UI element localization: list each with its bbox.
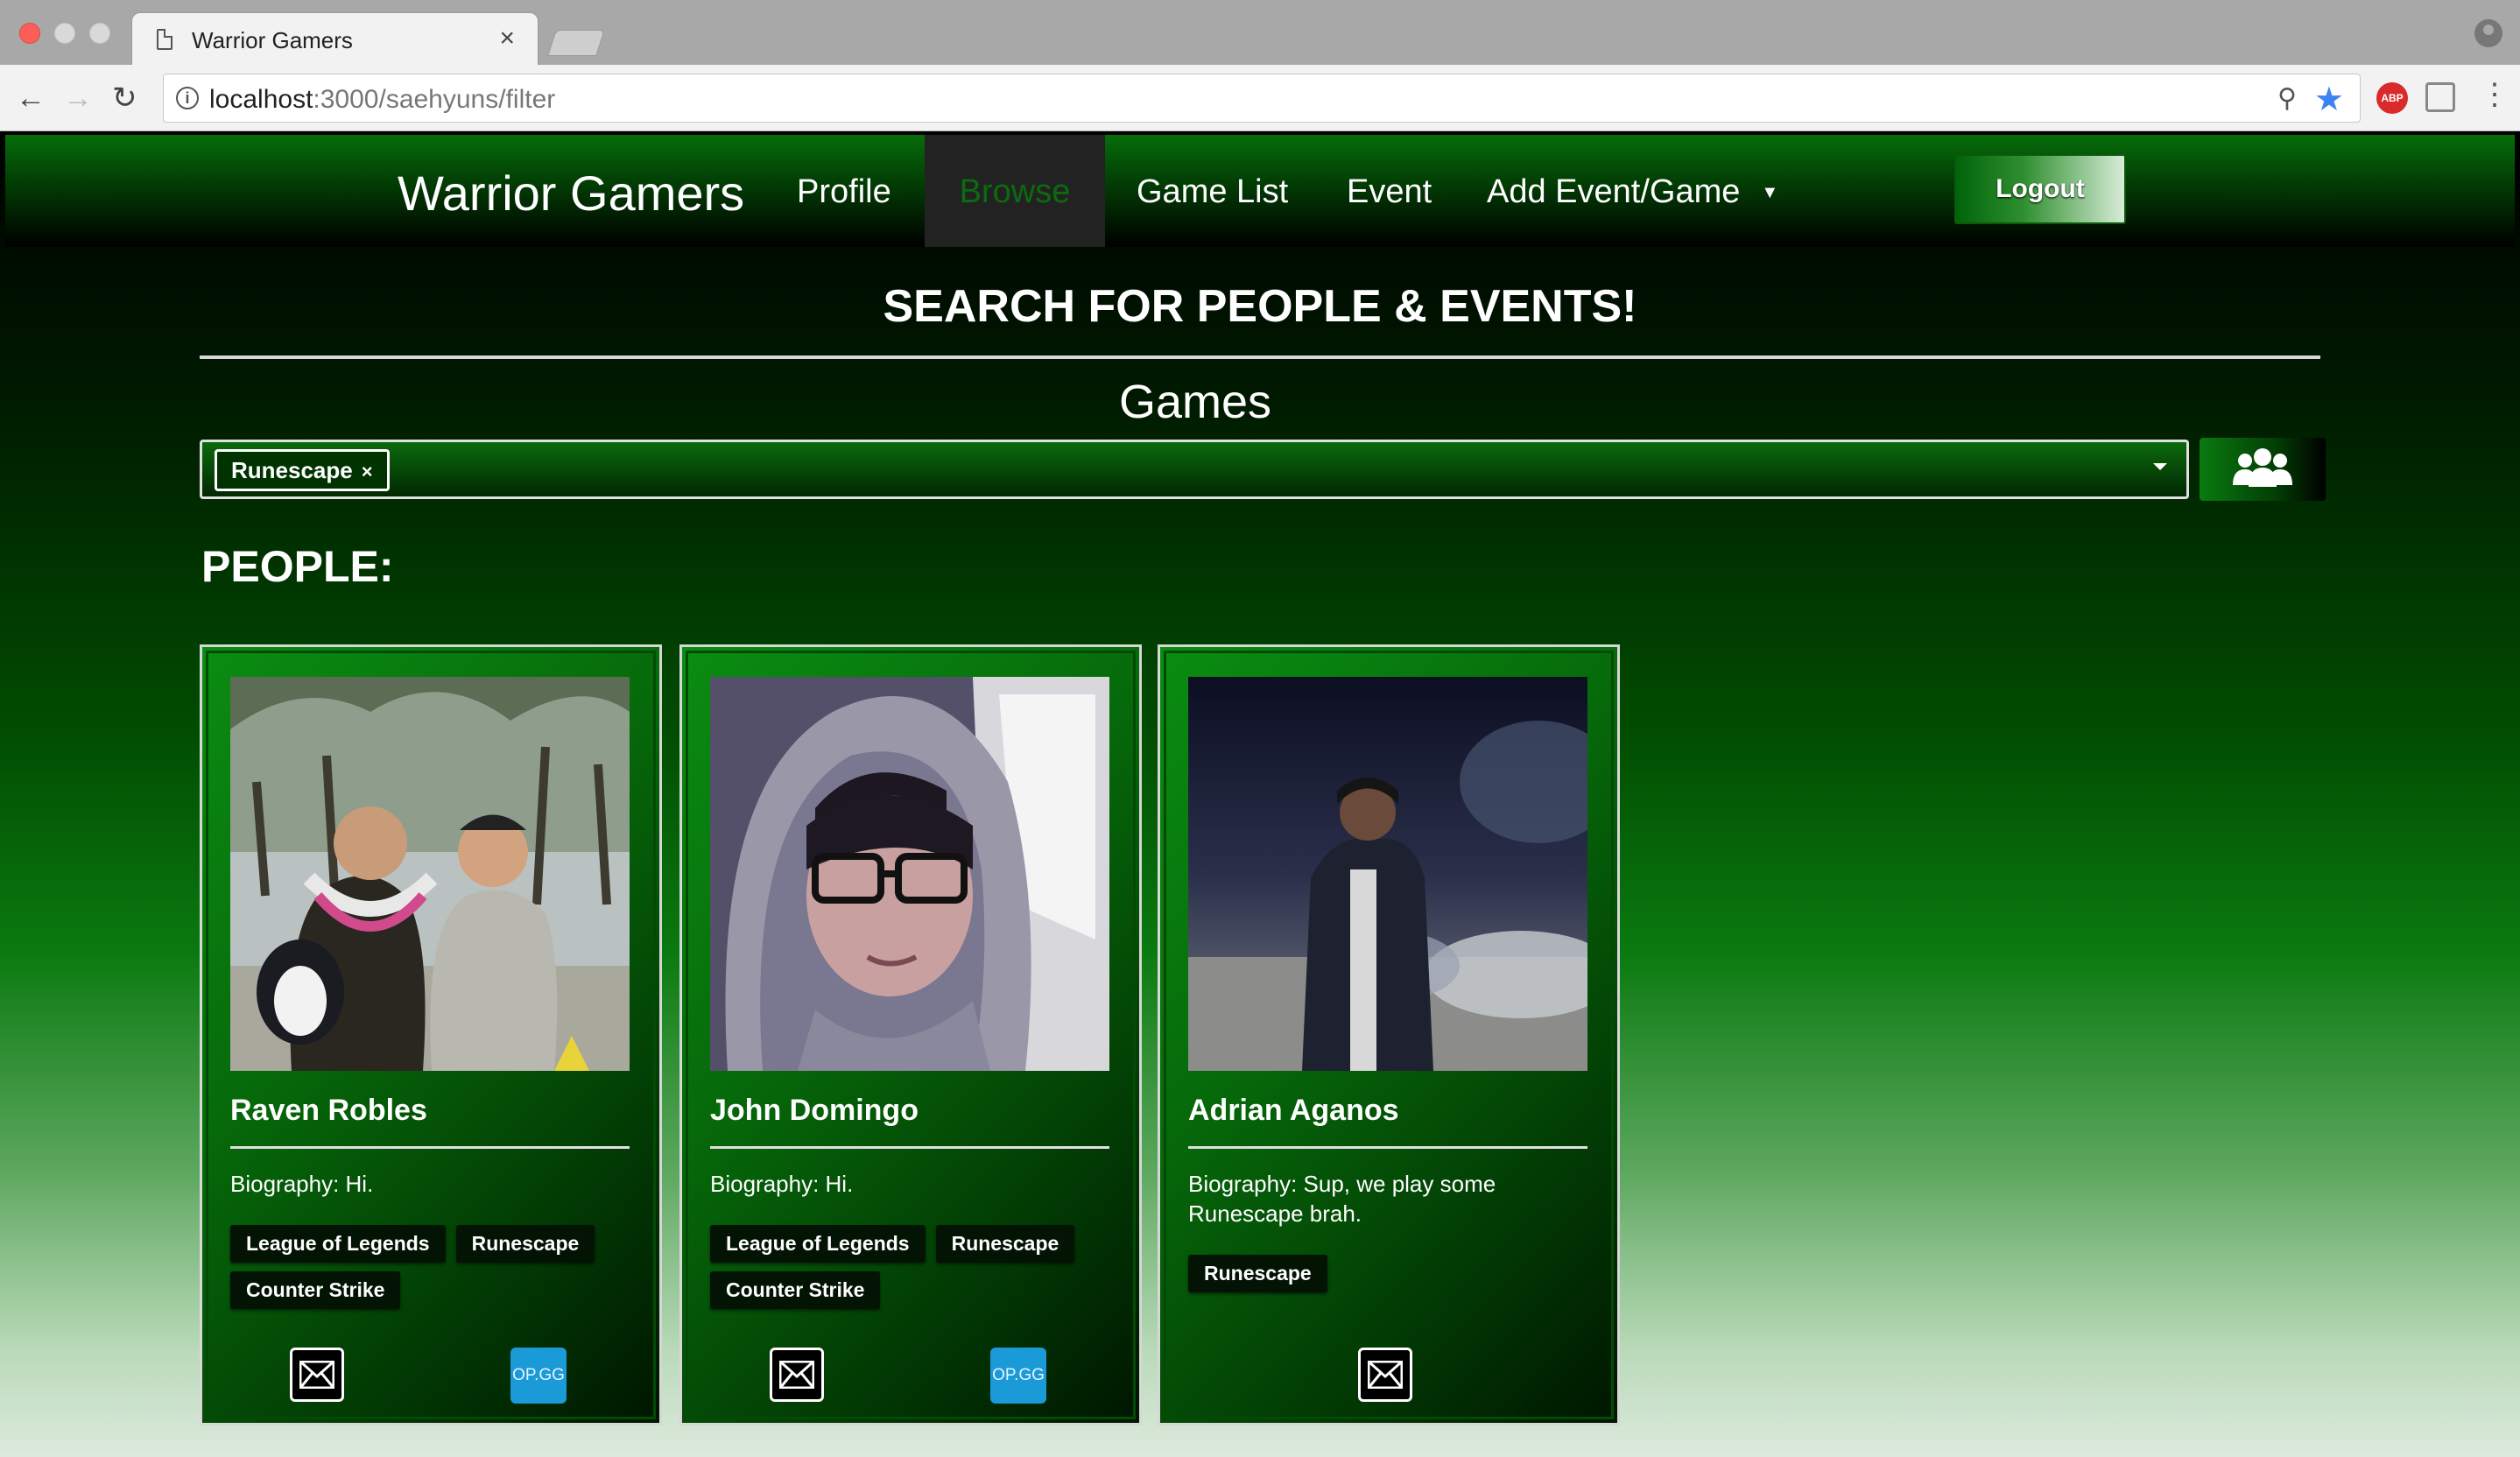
close-window-button[interactable]: [19, 23, 40, 44]
page-heading: SEARCH FOR PEOPLE & EVENTS!: [883, 281, 1637, 332]
browser-tab[interactable]: Warrior Gamers ×: [131, 12, 538, 67]
nav-browse[interactable]: Browse: [925, 135, 1105, 247]
person-card: Adrian Aganos Biography: Sup, we play so…: [1158, 644, 1620, 1425]
game-tag[interactable]: League of Legends: [710, 1225, 926, 1263]
game-tag[interactable]: Runescape: [1188, 1255, 1327, 1292]
opgg-button[interactable]: OP.GG: [990, 1348, 1046, 1404]
person-bio: Biography: Hi.: [230, 1171, 374, 1197]
games-select[interactable]: Runescape ×: [200, 440, 2189, 499]
nav-game-list[interactable]: Game List: [1137, 173, 1288, 211]
info-icon[interactable]: i: [176, 87, 199, 109]
profile-photo: [1188, 677, 1587, 1071]
game-tag[interactable]: League of Legends: [230, 1225, 446, 1263]
tab-title: Warrior Gamers: [192, 27, 353, 53]
url-host: localhost: [209, 85, 313, 114]
new-tab-button[interactable]: [547, 30, 605, 56]
browser-chrome: Warrior Gamers × ← → ↻ i localhost:3000/…: [0, 0, 2520, 131]
people-heading: PEOPLE:: [201, 542, 394, 591]
profile-photo: [230, 677, 630, 1071]
tab-strip: Warrior Gamers ×: [0, 0, 2520, 67]
person-name[interactable]: Adrian Aganos: [1188, 1094, 1399, 1128]
minimize-window-button[interactable]: [54, 23, 75, 44]
envelope-icon: [779, 1361, 814, 1389]
envelope-icon: [1368, 1361, 1403, 1389]
dropdown-caret-icon[interactable]: [2153, 463, 2167, 470]
selected-game-chip[interactable]: Runescape ×: [215, 449, 390, 491]
tab-close-icon[interactable]: ×: [499, 24, 515, 53]
profile-photo: [710, 677, 1109, 1071]
person-card: John Domingo Biography: Hi. League of Le…: [679, 644, 1142, 1425]
forward-arrow-icon[interactable]: →: [63, 81, 93, 116]
message-button[interactable]: [770, 1348, 824, 1402]
maximize-window-button[interactable]: [89, 23, 110, 44]
nav-add-event-game-label: Add Event/Game: [1487, 173, 1741, 210]
selected-game-label: Runescape: [231, 457, 353, 483]
game-tags: League of Legends Runescape Counter Stri…: [230, 1225, 642, 1309]
url-text: localhost:3000/saehyuns/filter: [209, 85, 555, 115]
person-card: Raven Robles Biography: Hi. League of Le…: [200, 644, 662, 1425]
site-navbar: Warrior Gamers Profile Browse Game List …: [5, 135, 2515, 247]
bookmark-star-icon[interactable]: ★: [2314, 80, 2344, 119]
url-path: :3000/saehyuns/filter: [313, 85, 556, 114]
game-tags: Runescape: [1188, 1255, 1600, 1292]
caret-down-icon: ▼: [1761, 183, 1779, 203]
site-brand[interactable]: Warrior Gamers: [398, 165, 744, 222]
person-name[interactable]: Raven Robles: [230, 1094, 427, 1128]
nav-profile[interactable]: Profile: [797, 173, 891, 211]
browser-profile-icon[interactable]: [2474, 19, 2502, 47]
card-divider: [710, 1146, 1109, 1149]
browser-menu-icon[interactable]: ⋮: [2480, 77, 2509, 112]
card-divider: [1188, 1146, 1587, 1149]
game-tag[interactable]: Runescape: [935, 1225, 1075, 1263]
game-tags: League of Legends Runescape Counter Stri…: [710, 1225, 1122, 1309]
heading-divider: [200, 355, 2320, 359]
search-people-button[interactable]: [2200, 438, 2326, 501]
zoom-icon[interactable]: ⚲: [2277, 83, 2297, 114]
page: Warrior Gamers Profile Browse Game List …: [0, 131, 2520, 1457]
person-bio: Biography: Sup, we play some Runescape b…: [1188, 1171, 1496, 1227]
game-tag[interactable]: Counter Strike: [710, 1271, 881, 1309]
message-button[interactable]: [1358, 1348, 1412, 1402]
browser-toolbar: ← → ↻ i localhost:3000/saehyuns/filter ⚲…: [0, 65, 2520, 131]
nav-event[interactable]: Event: [1347, 173, 1432, 211]
extension-icon[interactable]: [2425, 82, 2455, 112]
envelope-icon: [299, 1361, 334, 1389]
card-divider: [230, 1146, 630, 1149]
nav-browse-label: Browse: [959, 173, 1071, 210]
address-bar[interactable]: i localhost:3000/saehyuns/filter ⚲ ★: [163, 74, 2361, 123]
back-arrow-icon[interactable]: ←: [16, 81, 46, 116]
adblock-icon[interactable]: ABP: [2376, 82, 2408, 114]
users-group-icon: [2233, 448, 2292, 487]
document-icon: [157, 29, 172, 50]
message-button[interactable]: [290, 1348, 344, 1402]
remove-chip-icon[interactable]: ×: [362, 461, 373, 482]
game-tag[interactable]: Runescape: [455, 1225, 595, 1263]
logout-button[interactable]: Logout: [1954, 154, 2126, 224]
games-label: Games: [1118, 376, 1272, 428]
person-name[interactable]: John Domingo: [710, 1094, 919, 1128]
game-tag[interactable]: Counter Strike: [230, 1271, 401, 1309]
reload-icon[interactable]: ↻: [112, 81, 137, 116]
nav-add-event-game[interactable]: Add Event/Game ▼: [1487, 173, 1778, 211]
opgg-button[interactable]: OP.GG: [510, 1348, 567, 1404]
person-bio: Biography: Hi.: [710, 1171, 854, 1197]
